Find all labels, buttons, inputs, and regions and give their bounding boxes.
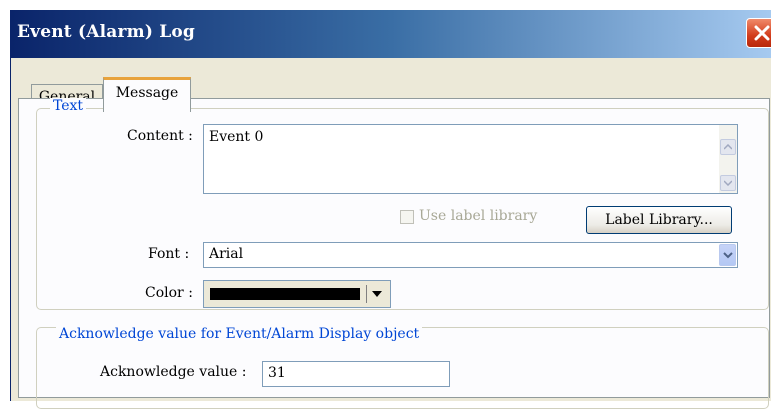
scroll-up-button[interactable] — [720, 139, 736, 155]
font-value: Arial — [209, 246, 244, 262]
chevron-down-icon — [372, 291, 382, 297]
use-label-library-checkbox[interactable] — [400, 210, 414, 224]
chevron-up-icon — [724, 144, 732, 150]
font-select[interactable]: Arial — [203, 242, 738, 268]
acknowledge-value: 31 — [268, 365, 286, 381]
color-separator — [366, 285, 367, 303]
title-bar[interactable]: Event (Alarm) Log — [11, 10, 771, 58]
window-title: Event (Alarm) Log — [17, 22, 195, 42]
close-button[interactable] — [746, 18, 771, 48]
content-scrollbar[interactable] — [719, 125, 737, 193]
label-library-button[interactable]: Label Library... — [586, 206, 732, 234]
color-label: Color : — [145, 285, 193, 301]
color-picker[interactable] — [203, 280, 391, 308]
content-value: Event 0 — [209, 129, 264, 145]
acknowledge-group-legend: Acknowledge value for Event/Alarm Displa… — [56, 326, 423, 342]
text-group-legend: Text — [50, 98, 87, 114]
tab-message[interactable]: Message — [103, 77, 191, 112]
acknowledge-value-input[interactable]: 31 — [262, 361, 450, 387]
tab-message-label: Message — [115, 85, 179, 101]
use-label-library-label: Use label library — [419, 208, 538, 224]
acknowledge-value-label: Acknowledge value : — [100, 364, 247, 380]
scroll-down-button[interactable] — [720, 175, 736, 191]
font-label: Font : — [148, 246, 190, 262]
chevron-down-icon — [724, 180, 732, 186]
close-icon — [754, 25, 770, 41]
font-dropdown-button[interactable] — [719, 244, 736, 266]
content-textarea[interactable]: Event 0 — [203, 124, 738, 194]
content-label: Content : — [127, 128, 193, 144]
chevron-down-icon — [723, 252, 733, 259]
color-swatch — [210, 288, 360, 300]
